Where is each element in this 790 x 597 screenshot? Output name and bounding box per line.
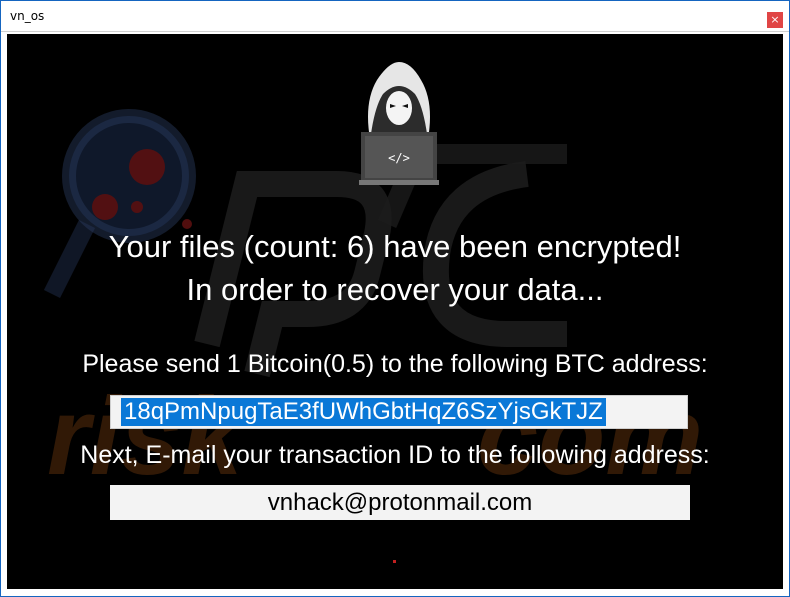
btc-address-field[interactable]: 18qPmNpugTaE3fUWhGbtHqZ6SzYjsGkTJZ (110, 395, 688, 429)
close-button[interactable]: × (767, 12, 783, 28)
window-title: vn_os (10, 9, 45, 23)
red-dot (393, 560, 396, 563)
hooded-hacker-laptop-icon: </> (359, 62, 439, 185)
recover-subheadline: In order to recover your data... (186, 272, 604, 307)
payment-instruction: Please send 1 Bitcoin(0.5) to the follow… (82, 350, 708, 378)
laptop-code-glyph: </> (388, 151, 410, 165)
encrypted-headline: Your files (count: 6) have been encrypte… (108, 229, 682, 264)
svg-text:risk: risk (47, 375, 248, 498)
contact-email-field[interactable]: vnhack@protonmail.com (110, 485, 690, 520)
ransom-window: vn_os × risk com </> Your files (count: … (0, 0, 790, 597)
btc-address-selected-text[interactable]: 18qPmNpugTaE3fUWhGbtHqZ6SzYjsGkTJZ (121, 398, 606, 426)
email-instruction: Next, E-mail your transaction ID to the … (80, 441, 710, 469)
svg-text:com: com (477, 375, 703, 498)
ransom-note-panel: risk com </> Your files (count: 6) have … (7, 34, 783, 589)
title-bar[interactable]: vn_os × (1, 1, 789, 32)
close-icon: × (770, 13, 780, 26)
